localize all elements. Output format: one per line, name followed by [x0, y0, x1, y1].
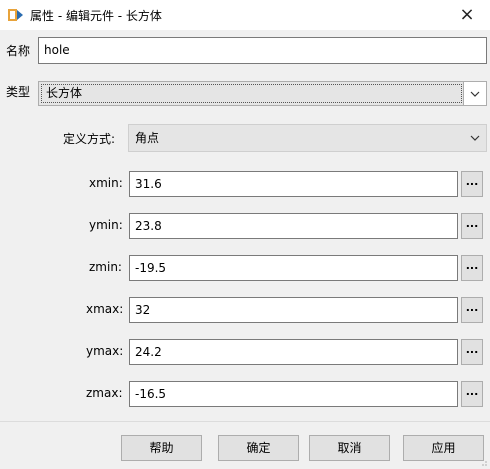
xmin-input[interactable]: 31.6 [129, 171, 458, 197]
xmax-browse-button[interactable]: ... [461, 297, 483, 323]
zmin-browse-button[interactable]: ... [461, 255, 483, 281]
title-bar: 属性 - 编辑元件 - 长方体 × [0, 0, 490, 30]
name-label: 名称 [6, 44, 31, 58]
xmin-browse-button[interactable]: ... [461, 171, 483, 197]
zmin-label: zmin: [89, 260, 122, 274]
help-button[interactable]: 帮助 [121, 435, 202, 461]
footer-separator [0, 421, 490, 422]
zmin-input[interactable]: -19.5 [129, 255, 458, 281]
resize-grip-icon[interactable] [478, 457, 488, 467]
close-button[interactable]: × [444, 0, 490, 30]
ymin-label: ymin: [89, 218, 123, 232]
definition-select[interactable]: 角点 [128, 124, 487, 152]
xmin-label: xmin: [89, 176, 123, 190]
zmax-input[interactable]: -16.5 [129, 381, 458, 407]
definition-select-value: 角点 [135, 131, 160, 145]
app-icon [8, 9, 23, 21]
name-input[interactable]: hole [38, 37, 487, 64]
xmax-input[interactable]: 32 [129, 297, 458, 323]
type-select-value: 长方体 [41, 84, 462, 103]
type-select[interactable]: 长方体 [38, 81, 487, 106]
ymax-browse-button[interactable]: ... [461, 339, 483, 365]
xmax-label: xmax: [86, 302, 124, 316]
apply-button[interactable]: 应用 [403, 435, 484, 461]
chevron-down-icon[interactable] [463, 82, 486, 105]
ymax-input[interactable]: 24.2 [129, 339, 458, 365]
zmax-label: zmax: [86, 386, 123, 400]
cancel-button[interactable]: 取消 [309, 435, 390, 461]
window-title: 属性 - 编辑元件 - 长方体 [30, 9, 162, 23]
ymin-browse-button[interactable]: ... [461, 213, 483, 239]
type-label: 类型 [6, 85, 31, 99]
zmax-browse-button[interactable]: ... [461, 381, 483, 407]
chevron-down-icon[interactable] [464, 125, 486, 151]
ymax-label: ymax: [86, 344, 124, 358]
ok-button[interactable]: 确定 [218, 435, 299, 461]
definition-label: 定义方式: [63, 132, 116, 146]
ymin-input[interactable]: 23.8 [129, 213, 458, 239]
